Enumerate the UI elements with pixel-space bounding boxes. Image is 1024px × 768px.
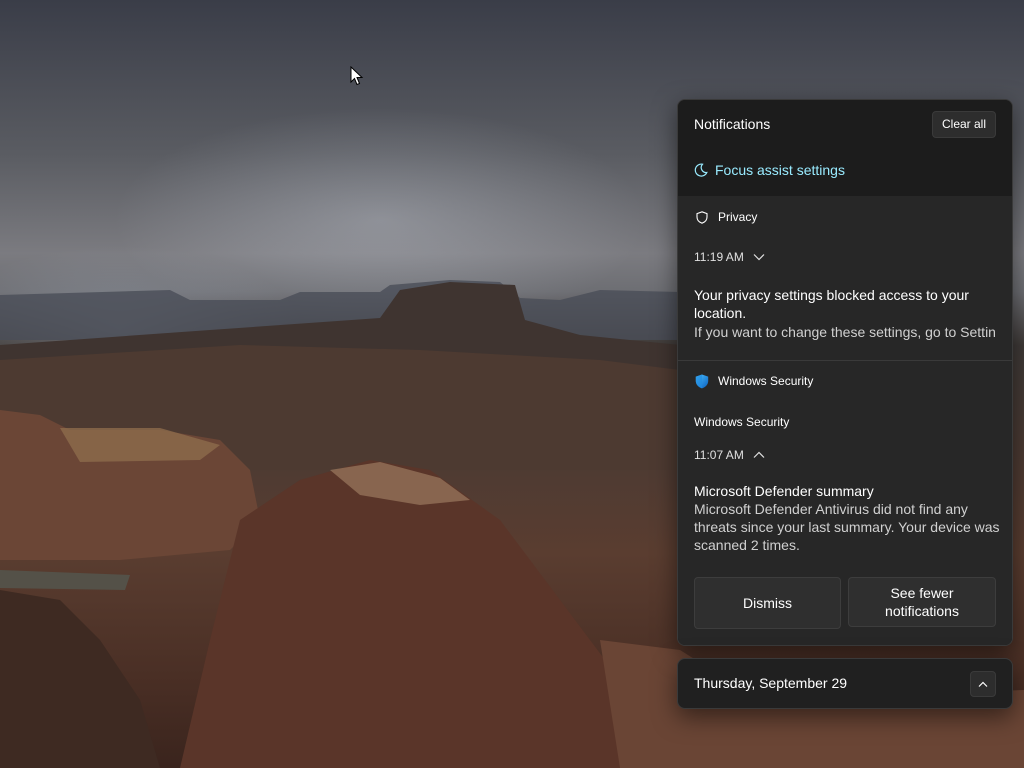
shield-outline-icon xyxy=(694,209,710,225)
chevron-down-icon[interactable] xyxy=(753,253,765,261)
defender-summary-body: Microsoft Defender Antivirus did not fin… xyxy=(694,501,1000,553)
security-app-name: Windows Security xyxy=(718,374,814,388)
security-time: 11:07 AM xyxy=(694,448,744,462)
privacy-notification-group[interactable]: Privacy 11:19 AM Your privacy settings b… xyxy=(678,196,1012,360)
notification-center: Notifications Clear all Focus assist set… xyxy=(677,99,1013,646)
privacy-time-row[interactable]: 11:19 AM xyxy=(694,250,765,264)
windows-security-shield-icon xyxy=(694,373,710,389)
defender-summary-title: Microsoft Defender summary xyxy=(694,483,874,499)
chevron-up-icon[interactable] xyxy=(753,451,765,459)
windows-security-notification-group[interactable]: Windows Security Windows Security 11:07 … xyxy=(678,361,1012,645)
clear-all-button[interactable]: Clear all xyxy=(931,111,996,138)
calendar-expand-button[interactable] xyxy=(970,671,996,697)
security-app-header: Windows Security xyxy=(694,373,813,389)
notification-header: Notifications Clear all Focus assist set… xyxy=(678,100,1012,196)
see-fewer-notifications-button[interactable]: See fewer notifications xyxy=(848,577,996,627)
focus-assist-label: Focus assist settings xyxy=(715,162,845,178)
chevron-up-icon xyxy=(978,681,988,687)
privacy-notification-body: If you want to change these settings, go… xyxy=(694,324,996,340)
moon-icon xyxy=(694,163,708,177)
privacy-app-header: Privacy xyxy=(694,209,757,225)
security-time-row[interactable]: 11:07 AM xyxy=(694,448,765,462)
dismiss-button[interactable]: Dismiss xyxy=(694,577,841,629)
privacy-time: 11:19 AM xyxy=(694,250,744,264)
security-sender: Windows Security xyxy=(694,415,790,429)
notifications-title: Notifications xyxy=(694,116,771,132)
privacy-notification-title: Your privacy settings blocked access to … xyxy=(694,287,969,321)
mouse-cursor-icon xyxy=(350,65,364,91)
calendar-header[interactable]: Thursday, September 29 xyxy=(677,658,1013,709)
privacy-app-name: Privacy xyxy=(718,210,758,224)
calendar-date: Thursday, September 29 xyxy=(694,675,848,691)
focus-assist-settings-link[interactable]: Focus assist settings xyxy=(694,162,845,178)
